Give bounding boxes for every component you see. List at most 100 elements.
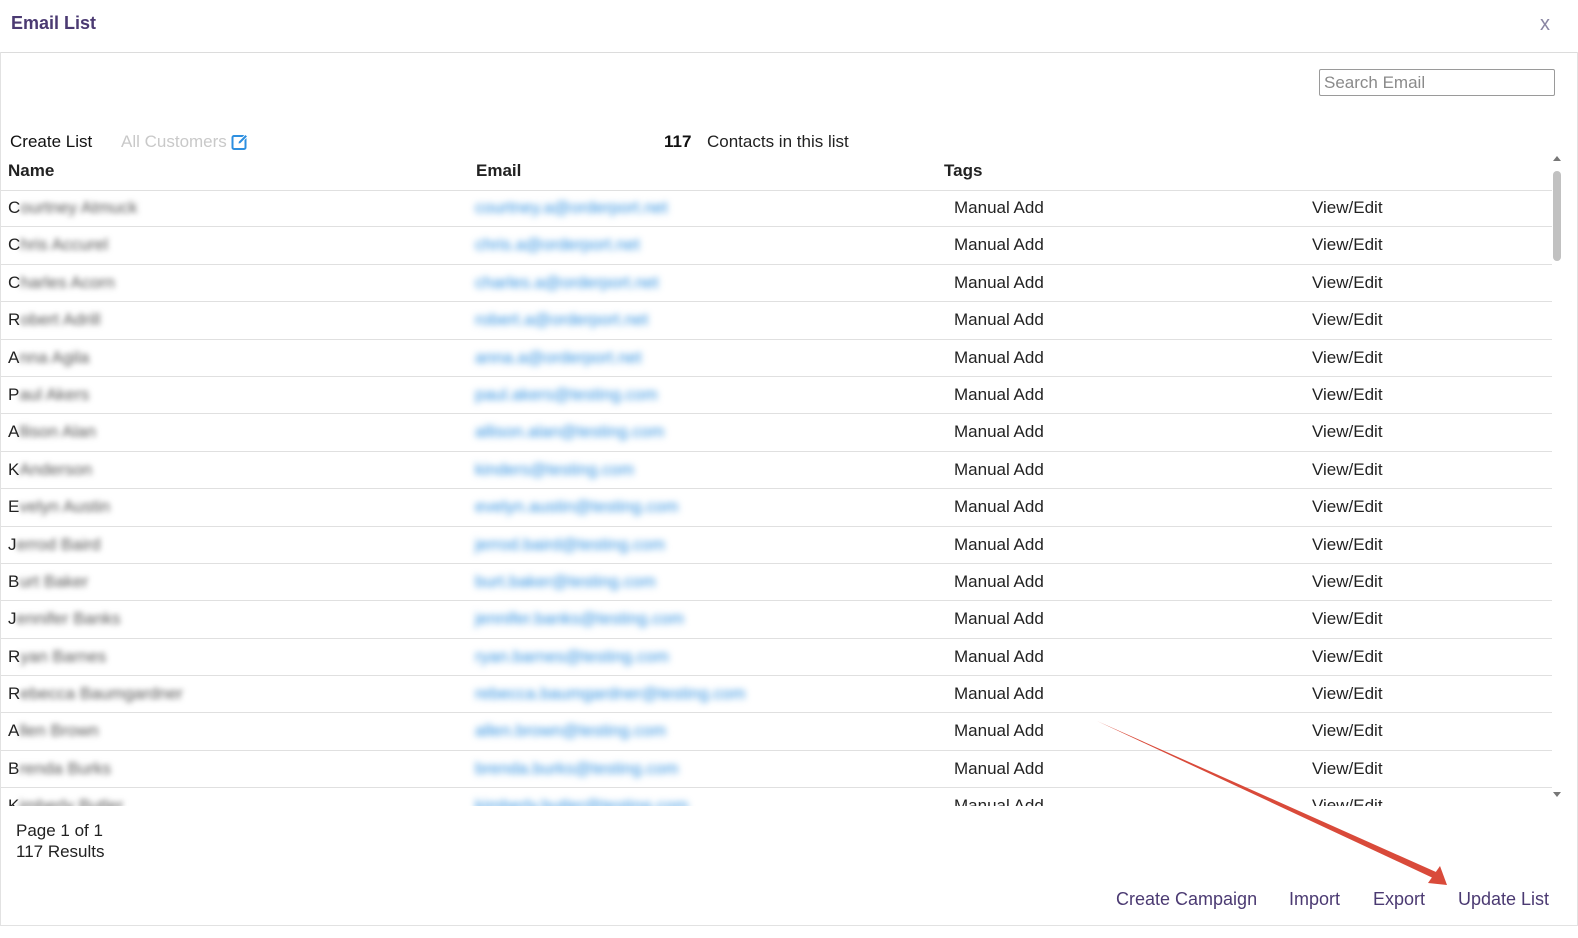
contact-email[interactable]: paul.akers@testing.com (475, 377, 658, 413)
contact-name: Charles Acorn (8, 265, 115, 301)
create-campaign-button[interactable]: Create Campaign (1116, 889, 1257, 910)
contact-tag: Manual Add (954, 796, 1044, 806)
update-list-button[interactable]: Update List (1458, 889, 1549, 910)
contact-name-rest: yan Barnes (20, 646, 107, 666)
contact-name-rest: imberly Butler (19, 796, 124, 806)
contact-name-initial: C (8, 235, 21, 255)
view-edit-link[interactable]: View/Edit (1312, 414, 1383, 450)
scroll-down-icon[interactable] (1553, 792, 1561, 797)
contact-tag: Manual Add (954, 235, 1044, 255)
contact-email[interactable]: allison.alan@testing.com (475, 414, 664, 450)
contact-name-rest: Anderson (19, 459, 93, 479)
view-edit-link[interactable]: View/Edit (1312, 601, 1383, 637)
contact-tag: Manual Add (954, 384, 1044, 404)
contact-name: Paul Akers (8, 377, 89, 413)
contact-tag: Manual Add (954, 684, 1044, 704)
contact-name: Chris Accurel (8, 227, 108, 263)
view-edit-link[interactable]: View/Edit (1312, 265, 1383, 301)
contact-email[interactable]: kimberly.butler@testing.com (475, 788, 688, 806)
contact-email[interactable]: courtney.a@orderport.net (475, 190, 668, 226)
view-edit-link[interactable]: View/Edit (1312, 190, 1383, 226)
search-input[interactable] (1319, 69, 1555, 96)
table-row: Paul Akers paul.akers@testing.com Manual A… (1, 377, 1552, 415)
scroll-up-icon[interactable] (1553, 156, 1561, 161)
view-edit-link[interactable]: View/Edit (1312, 227, 1383, 263)
view-edit-link[interactable]: View/Edit (1312, 639, 1383, 675)
contact-email[interactable]: anna.a@orderport.net (475, 340, 642, 376)
contact-email[interactable]: chris.a@orderport.net (475, 227, 640, 263)
contact-name: Rebecca Baumgardner (8, 676, 183, 712)
contact-tag: Manual Add (954, 310, 1044, 330)
column-header-name[interactable]: Name (8, 161, 54, 181)
contact-name-rest: errod Baird (16, 534, 101, 554)
contact-name: Burt Baker (8, 564, 88, 600)
contact-name-rest: ourtney Atmuck (20, 198, 138, 217)
contact-name-initial: J (8, 534, 17, 554)
contact-email[interactable]: robert.a@orderport.net (475, 302, 648, 338)
view-edit-link[interactable]: View/Edit (1312, 676, 1383, 712)
contact-tag: Manual Add (954, 347, 1044, 367)
edit-icon[interactable] (231, 133, 249, 151)
table-scrollbar[interactable] (1551, 156, 1565, 806)
contact-email[interactable]: ryan.barnes@testing.com (475, 639, 669, 675)
contact-name-rest: llison Alan (19, 422, 96, 442)
contact-name-initial: B (8, 758, 20, 778)
contact-count: 117 (664, 132, 692, 151)
contact-name-initial: R (8, 646, 21, 666)
view-edit-link[interactable]: View/Edit (1312, 377, 1383, 413)
pagination-info: Page 1 of 1 117 Results (16, 820, 105, 862)
contact-name-rest: ebecca Baumgardner (20, 684, 183, 704)
contact-name-initial: A (8, 347, 20, 367)
view-edit-link[interactable]: View/Edit (1312, 527, 1383, 563)
column-header-tags[interactable]: Tags (944, 161, 982, 181)
contact-name: Robert Adrill (8, 302, 101, 338)
view-edit-link[interactable]: View/Edit (1312, 713, 1383, 749)
view-edit-link[interactable]: View/Edit (1312, 751, 1383, 787)
table-row: Evelyn Austin evelyn.austin@testing.com Ma… (1, 489, 1552, 527)
contact-tag: Manual Add (954, 459, 1044, 479)
contact-tag: Manual Add (954, 534, 1044, 554)
contact-email[interactable]: jennifer.banks@testing.com (475, 601, 684, 637)
table-row: Kimberly Butler kimberly.butler@testing.c… (1, 788, 1552, 806)
contact-name: K Anderson (8, 452, 92, 488)
contact-tag: Manual Add (954, 272, 1044, 292)
export-button[interactable]: Export (1373, 889, 1425, 910)
contact-name-rest: urt Baker (19, 571, 89, 591)
contact-email[interactable]: brenda.burks@testing.com (475, 751, 678, 787)
contact-name-initial: A (8, 721, 20, 741)
column-header-email[interactable]: Email (476, 161, 521, 181)
contact-email[interactable]: burt.baker@testing.com (475, 564, 656, 600)
contact-tag: Manual Add (954, 422, 1044, 442)
view-edit-link[interactable]: View/Edit (1312, 564, 1383, 600)
contact-name-rest: aul Akers (19, 384, 90, 404)
view-edit-link[interactable]: View/Edit (1312, 788, 1383, 806)
contact-name-initial: E (8, 497, 20, 517)
contact-email[interactable]: evelyn.austin@testing.com (475, 489, 678, 525)
contact-tag: Manual Add (954, 198, 1044, 217)
contact-name-rest: renda Burks (19, 758, 112, 778)
view-edit-link[interactable]: View/Edit (1312, 340, 1383, 376)
contact-name: Courtney Atmuck (8, 190, 137, 226)
contact-email[interactable]: charles.a@orderport.net (475, 265, 659, 301)
import-button[interactable]: Import (1289, 889, 1340, 910)
contact-name-rest: hris Accurel (20, 235, 109, 255)
contact-email[interactable]: rebecca.baumgardner@testing.com (475, 676, 746, 712)
contact-email[interactable]: kinders@testing.com (475, 452, 634, 488)
contact-email[interactable]: allen.brown@testing.com (475, 713, 666, 749)
contact-name-rest: ennifer Banks (16, 609, 121, 629)
table-body: Courtney Atmuck courtney.a@orderport.net M… (1, 190, 1552, 806)
contact-name-initial: R (8, 310, 21, 330)
contact-email[interactable]: jerrod.baird@testing.com (475, 527, 665, 563)
contact-name-initial: R (8, 684, 21, 704)
contact-name-rest: nna Agila (19, 347, 90, 367)
contact-tag: Manual Add (954, 571, 1044, 591)
view-edit-link[interactable]: View/Edit (1312, 489, 1383, 525)
close-icon[interactable]: x (1540, 13, 1550, 36)
view-edit-link[interactable]: View/Edit (1312, 302, 1383, 338)
scroll-thumb[interactable] (1553, 171, 1561, 261)
annotation-arrow-head (1428, 866, 1447, 885)
dialog-title: Email List (11, 13, 97, 33)
contact-name: Jennifer Banks (8, 601, 120, 637)
view-edit-link[interactable]: View/Edit (1312, 452, 1383, 488)
contact-name-initial: C (8, 272, 21, 292)
